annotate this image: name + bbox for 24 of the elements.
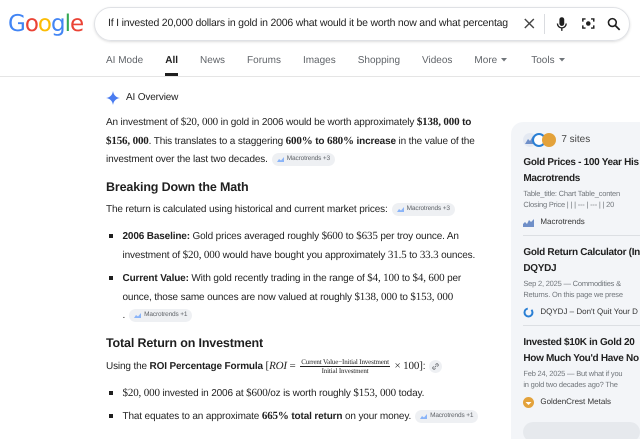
section-heading: Breaking Down the Math <box>106 179 250 195</box>
source-title[interactable]: Gold Prices - 100 Year His Macrotrends <box>523 155 640 187</box>
tab[interactable]: Videos <box>422 51 452 76</box>
tab[interactable]: Shopping <box>358 51 400 76</box>
logo[interactable]: Google <box>8 8 82 40</box>
source-title[interactable]: Invested $10K in Gold 20 How Much You'd Have No <box>523 335 640 367</box>
section-heading: Total Return on Investment <box>106 335 264 351</box>
bullet-text: $20, 000 invested in 2006 at $600/oz is worth roughly $153, 000 today. <box>122 386 424 401</box>
tab[interactable]: Forums <box>247 51 281 76</box>
source-site[interactable]: DQYDJ – Don't Quit Your D <box>540 306 638 318</box>
bullet-text: 2006 Baseline: Gold prices averaged roughly $600 to $635 per troy ounce. An investment of $20, 000 would have bought you approximately 31.5 to 33.3 ounces. <box>122 229 476 263</box>
source-site[interactable]: Macrotrends <box>540 216 585 228</box>
tools-menu[interactable]: Tools <box>531 51 565 76</box>
search-query: If I invested 20,000 dollars in gold in 2006 what would it be worth now and what percentag <box>108 16 509 31</box>
tab[interactable]: Images <box>302 51 336 76</box>
sites-count: 7 sites <box>561 133 590 147</box>
tab[interactable]: AI Mode <box>106 51 144 76</box>
search-field[interactable]: If I invested 20,000 dollars in gold in 2006 what would it be worth now and what percentag <box>94 6 630 40</box>
tab[interactable]: All <box>165 51 178 76</box>
overview-label: AI Overview <box>126 91 178 105</box>
tab[interactable]: News <box>200 51 226 76</box>
source-title[interactable]: Gold Return Calculator (In DQYDJ <box>523 245 640 277</box>
source-site[interactable]: GoldenCrest Metals <box>540 396 612 408</box>
tab[interactable]: More <box>474 51 508 76</box>
